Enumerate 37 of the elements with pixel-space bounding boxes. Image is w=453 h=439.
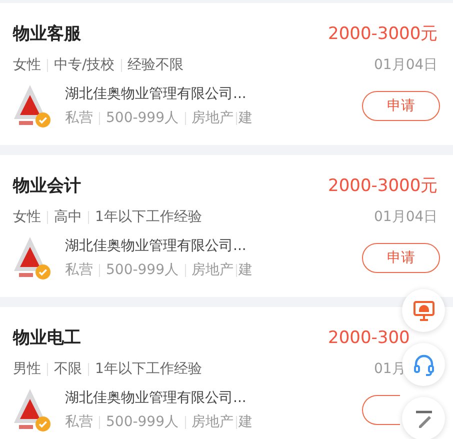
job-tag: 男性 [13,358,41,380]
job-card[interactable]: 物业客服 2000-3000元 女性 中专/技校 经验不限 01月04日 湖北佳奥物业管理有限公司... 私营 500-999人 房地产 建 申请 [0,3,453,145]
company-tag: 500-999人 [106,412,178,432]
job-title: 物业客服 [13,23,81,46]
job-tag: 高中 [54,206,82,228]
company-tag: 房地产 [192,108,234,128]
job-tag: 女性 [13,206,41,228]
company-tag: 建 [238,260,252,280]
company-tag: 房地产 [192,260,234,280]
company-tag: 房地产 [192,412,234,432]
job-card[interactable]: 物业会计 2000-3000元 女性 高中 1年以下工作经验 01月04日 湖北佳奥物业管理有限公司... 私营 500-999人 房地产 建 申请 [0,155,453,297]
company-name[interactable]: 湖北佳奥物业管理有限公司... [65,236,362,256]
company-tag: 私营 [65,260,93,280]
salary: 2000-3000元 [328,23,438,46]
post-date: 01月04日 [374,208,438,226]
job-tag: 经验不限 [128,54,184,76]
company-tag: 500-999人 [106,108,178,128]
job-tag: 1年以下工作经验 [95,358,202,380]
monitor-icon [412,300,434,322]
job-tag: 中专/技校 [54,54,115,76]
job-title: 物业会计 [13,175,81,198]
company-name[interactable]: 湖北佳奥物业管理有限公司... [65,388,362,408]
company-tag: 建 [238,412,252,432]
job-tag: 1年以下工作经验 [95,206,202,228]
headset-icon [412,352,436,376]
job-tag: 女性 [13,54,41,76]
company-tag: 500-999人 [106,260,178,280]
company-tag: 私营 [65,108,93,128]
salary: 2000-3000元 [328,175,438,198]
job-title: 物业电工 [13,327,81,350]
post-date: 01月04日 [374,56,438,74]
salary: 2000-300 [328,327,410,350]
job-tag: 不限 [54,358,82,380]
apply-button[interactable] [362,395,400,425]
company-tag: 建 [238,108,252,128]
company-name[interactable]: 湖北佳奥物业管理有限公司... [65,84,362,104]
company-tag: 私营 [65,412,93,432]
